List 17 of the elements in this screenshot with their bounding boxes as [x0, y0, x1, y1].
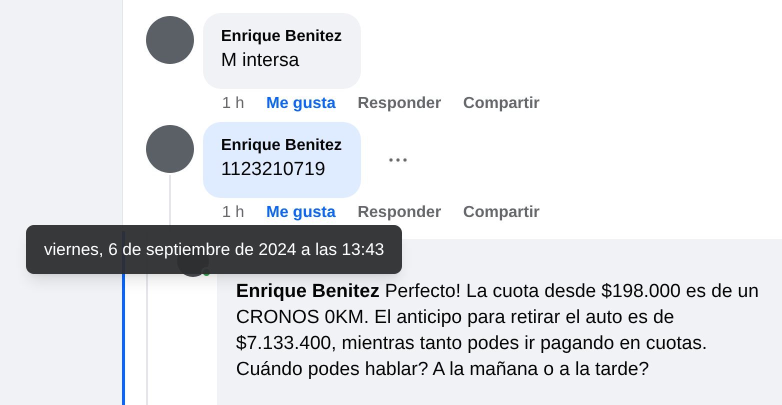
share-link[interactable]: Compartir — [463, 202, 540, 224]
like-link[interactable]: Me gusta — [266, 202, 336, 224]
comment-text: M intersa — [221, 49, 300, 73]
author-name[interactable]: Enrique Benitez — [221, 26, 342, 48]
avatar[interactable] — [146, 16, 194, 64]
date-tooltip: viernes, 6 de septiembre de 2024 a las 13:43 — [26, 225, 402, 274]
avatar[interactable] — [146, 125, 194, 173]
reply-link[interactable]: Responder — [358, 93, 442, 115]
share-link[interactable]: Compartir — [463, 93, 540, 115]
comment-time[interactable]: 1 h — [222, 202, 244, 224]
comment-text: Enrique Benitez Perfecto! La cuota desde $198.000 es de un CRONOS 0KM. El anticipo para retirar el auto es de $7.133.400, mientras tanto podes ir pagando en cuotas. Cuándo podes hablar? A la mañana o a la tarde? — [236, 280, 760, 382]
comment-text: 1123210719 — [221, 158, 326, 182]
more-options-icon[interactable] — [388, 158, 407, 162]
author-name[interactable]: Enrique Benitez — [221, 135, 342, 157]
like-link[interactable]: Me gusta — [266, 93, 336, 115]
reply-link[interactable]: Responder — [358, 202, 442, 224]
comment-time[interactable]: 1 h — [222, 93, 244, 115]
